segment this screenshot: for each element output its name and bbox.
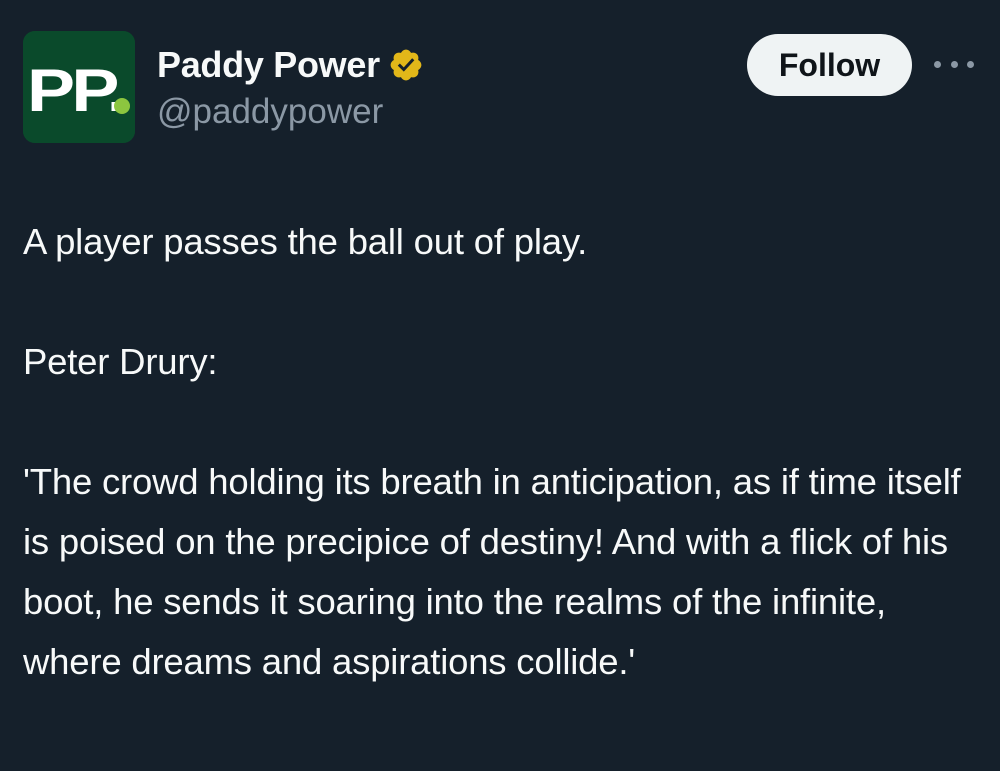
author-handle[interactable]: @paddypower: [157, 92, 383, 132]
avatar-logo-text: PP.: [27, 57, 123, 124]
more-dot: [950, 60, 958, 68]
display-name[interactable]: Paddy Power: [157, 44, 380, 86]
tweet-paragraph: 'The crowd holding its breath in anticip…: [23, 461, 971, 682]
avatar[interactable]: PP.: [23, 31, 135, 143]
verified-badge-icon[interactable]: [388, 47, 424, 83]
follow-button[interactable]: Follow: [747, 34, 912, 96]
more-dot: [967, 60, 974, 68]
tweet-paragraph: A player passes the ball out of play.: [23, 221, 588, 262]
tweet-card: PP. Paddy Power @paddypower Follow A pla…: [0, 0, 1000, 771]
tweet-paragraph: Peter Drury:: [23, 341, 218, 382]
paddy-power-logo: PP.: [23, 31, 135, 143]
more-options-icon[interactable]: [934, 52, 974, 76]
tweet-text: A player passes the ball out of play. Pe…: [23, 212, 983, 692]
author-name-row: Paddy Power: [157, 44, 424, 86]
more-dot: [934, 60, 941, 68]
avatar-logo-dot: [114, 98, 130, 114]
